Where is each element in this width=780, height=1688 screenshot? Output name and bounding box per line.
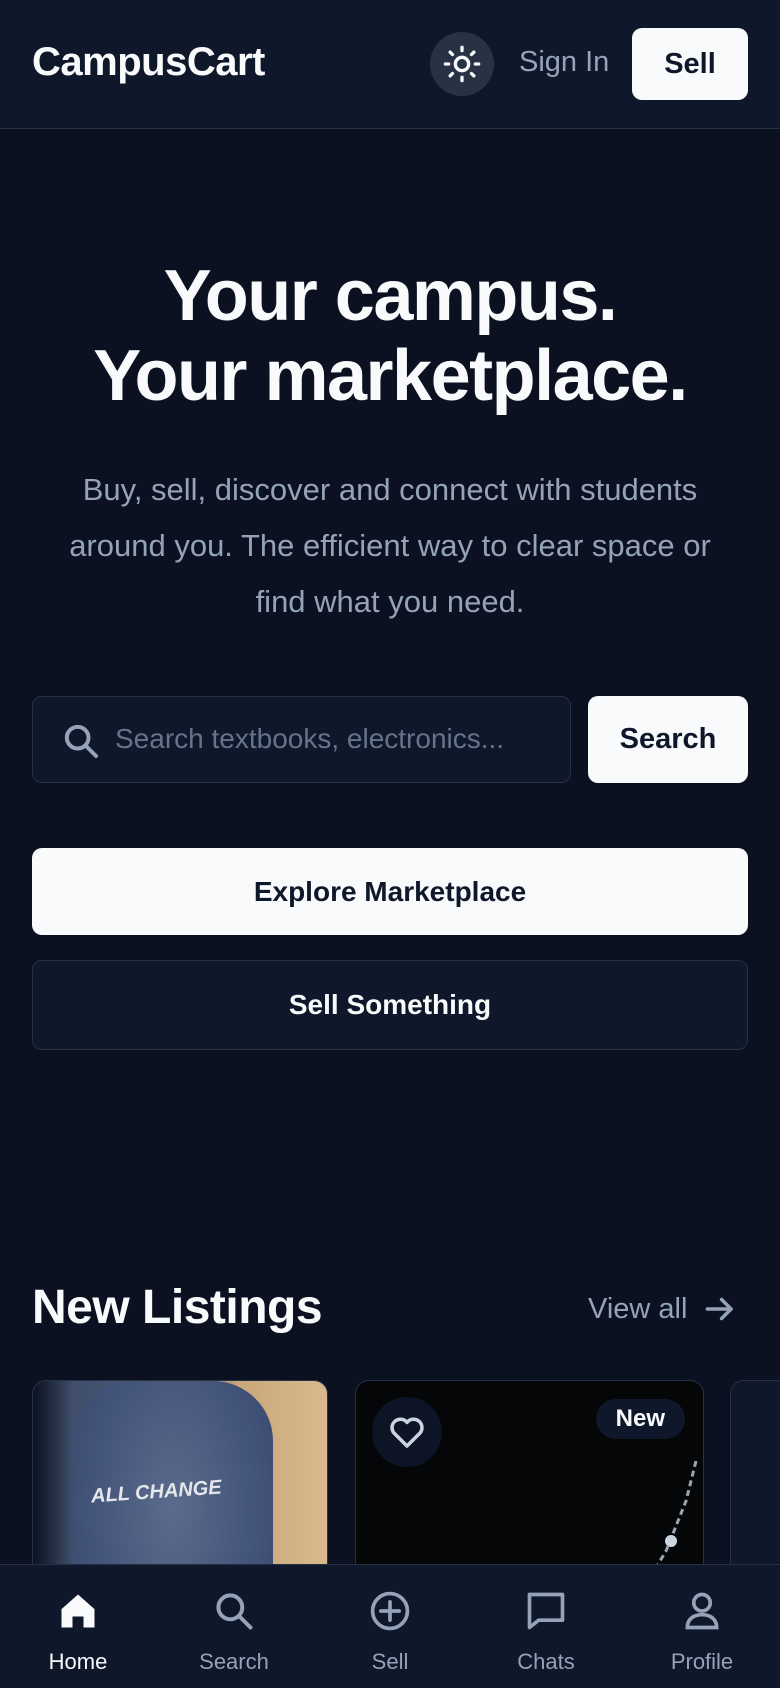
brand-logo[interactable]: CampusCart [32, 40, 265, 85]
nav-profile-label: Profile [670, 1649, 734, 1674]
nav-home-label: Home [48, 1649, 108, 1674]
sell-button[interactable]: Sell [632, 28, 748, 100]
nav-chats[interactable]: Chats [468, 1565, 624, 1688]
favorite-button[interactable] [372, 1397, 442, 1467]
new-listings-title: New Listings [32, 1281, 323, 1334]
view-all-link[interactable]: View all [588, 1290, 739, 1328]
bottom-nav: Home Search Sell Chats Profile [0, 1564, 780, 1688]
search-icon [61, 721, 101, 761]
arrow-right-icon [705, 1297, 734, 1321]
nav-search-label: Search [199, 1649, 269, 1674]
nav-home[interactable]: Home [0, 1565, 156, 1688]
sign-in-link[interactable]: Sign In [519, 46, 609, 79]
top-header: CampusCart Sign In Sell [0, 0, 780, 129]
nav-profile[interactable]: Profile [624, 1565, 780, 1688]
user-icon [685, 1592, 719, 1630]
heart-icon [390, 1417, 424, 1448]
page: CampusCart Sign In Sell Your campus. You… [0, 0, 780, 1688]
search-button[interactable]: Search [588, 696, 748, 783]
new-badge: New [595, 1399, 685, 1439]
nav-search[interactable]: Search [156, 1565, 312, 1688]
chat-icon [527, 1592, 565, 1630]
nav-chats-label: Chats [517, 1649, 575, 1674]
hero-subtitle: Buy, sell, discover and connect with stu… [69, 472, 711, 619]
hero-title: Your campus. Your marketplace. [0, 256, 780, 416]
hero-title-line-2: Your marketplace. [93, 336, 688, 416]
sun-icon [443, 45, 481, 83]
explore-marketplace-button[interactable]: Explore Marketplace [32, 848, 748, 935]
theme-toggle-button[interactable] [430, 32, 494, 96]
view-all-label: View all [588, 1292, 688, 1325]
search-input[interactable]: Search textbooks, electronics... [32, 696, 571, 783]
home-icon [61, 1594, 95, 1628]
nav-sell-label: Sell [371, 1649, 409, 1674]
nav-sell[interactable]: Sell [312, 1565, 468, 1688]
sell-something-button[interactable]: Sell Something [32, 960, 748, 1050]
search-icon [216, 1593, 253, 1630]
hero-title-line-1: Your campus. [163, 256, 618, 336]
plus-circle-icon [370, 1591, 410, 1631]
search-placeholder: Search textbooks, electronics... [115, 723, 505, 754]
